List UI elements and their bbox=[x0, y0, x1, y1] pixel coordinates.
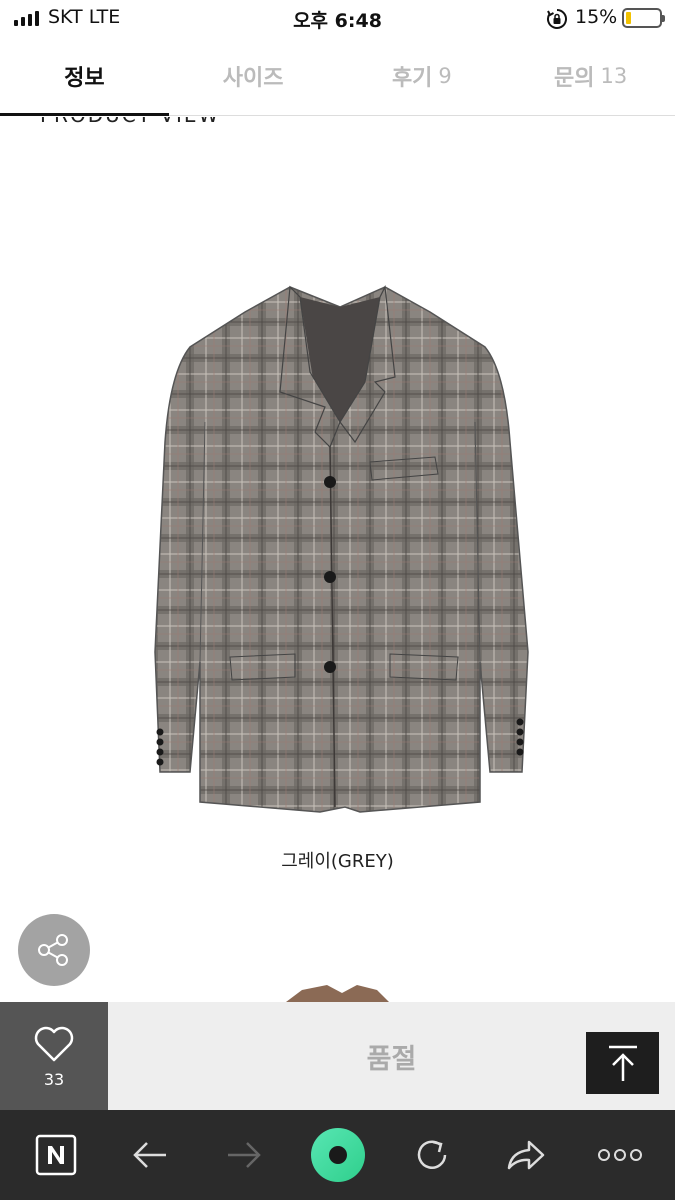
tab-size[interactable]: 사이즈 bbox=[169, 36, 338, 115]
tab-inquiry-count: 13 bbox=[600, 63, 628, 88]
product-image-jacket bbox=[154, 284, 529, 813]
reload-button[interactable] bbox=[392, 1110, 472, 1200]
share-icon bbox=[38, 934, 68, 966]
browser-toolbar bbox=[0, 1110, 675, 1200]
tab-info-label: 정보 bbox=[64, 65, 105, 91]
tab-reviews-label: 후기 bbox=[391, 65, 433, 91]
reload-icon bbox=[417, 1140, 447, 1169]
tab-size-label: 사이즈 bbox=[222, 65, 284, 91]
arrow-to-top-icon bbox=[608, 1045, 637, 1081]
arrow-left-icon bbox=[133, 1142, 166, 1168]
like-count: 33 bbox=[43, 1069, 65, 1089]
heart-icon bbox=[34, 1026, 74, 1061]
battery-percent: 15% bbox=[575, 6, 618, 28]
green-dot-button[interactable] bbox=[298, 1110, 378, 1200]
product-tabs: 정보 사이즈 후기 9 문의 13 bbox=[0, 36, 675, 116]
product-detail-content: PRODUCT VIEW bbox=[0, 117, 675, 1002]
tab-reviews[interactable]: 후기 9 bbox=[338, 36, 507, 115]
browser-share-button[interactable] bbox=[486, 1110, 566, 1200]
more-button[interactable] bbox=[580, 1110, 660, 1200]
product-caption: 그레이(GREY) bbox=[281, 851, 394, 872]
next-product-image-preview bbox=[286, 985, 389, 1002]
home-button[interactable] bbox=[16, 1110, 96, 1200]
share-button[interactable] bbox=[18, 914, 90, 986]
more-dots-icon bbox=[598, 1149, 642, 1161]
rotation-lock-icon bbox=[546, 8, 568, 34]
naver-n-icon bbox=[35, 1134, 77, 1176]
browser-back-button[interactable] bbox=[110, 1110, 190, 1200]
battery-icon bbox=[622, 8, 665, 28]
tab-reviews-count: 9 bbox=[438, 63, 452, 88]
browser-forward-button[interactable] bbox=[204, 1110, 284, 1200]
scroll-to-top-button[interactable] bbox=[586, 1032, 659, 1094]
tab-info[interactable]: 정보 bbox=[0, 36, 169, 116]
section-heading: PRODUCT VIEW bbox=[40, 117, 220, 127]
green-dot-icon bbox=[311, 1128, 365, 1182]
purchase-bar: 33 품절 bbox=[0, 1002, 675, 1110]
status-bar: SKT LTE 오후 6:48 15% bbox=[0, 0, 675, 36]
tab-inquiry[interactable]: 문의 13 bbox=[506, 36, 675, 115]
share-arrow-icon bbox=[507, 1140, 545, 1170]
tab-inquiry-label: 문의 bbox=[554, 65, 595, 91]
status-time: 오후 6:48 bbox=[293, 10, 382, 32]
like-button[interactable]: 33 bbox=[0, 1002, 108, 1110]
arrow-right-icon bbox=[228, 1142, 261, 1168]
